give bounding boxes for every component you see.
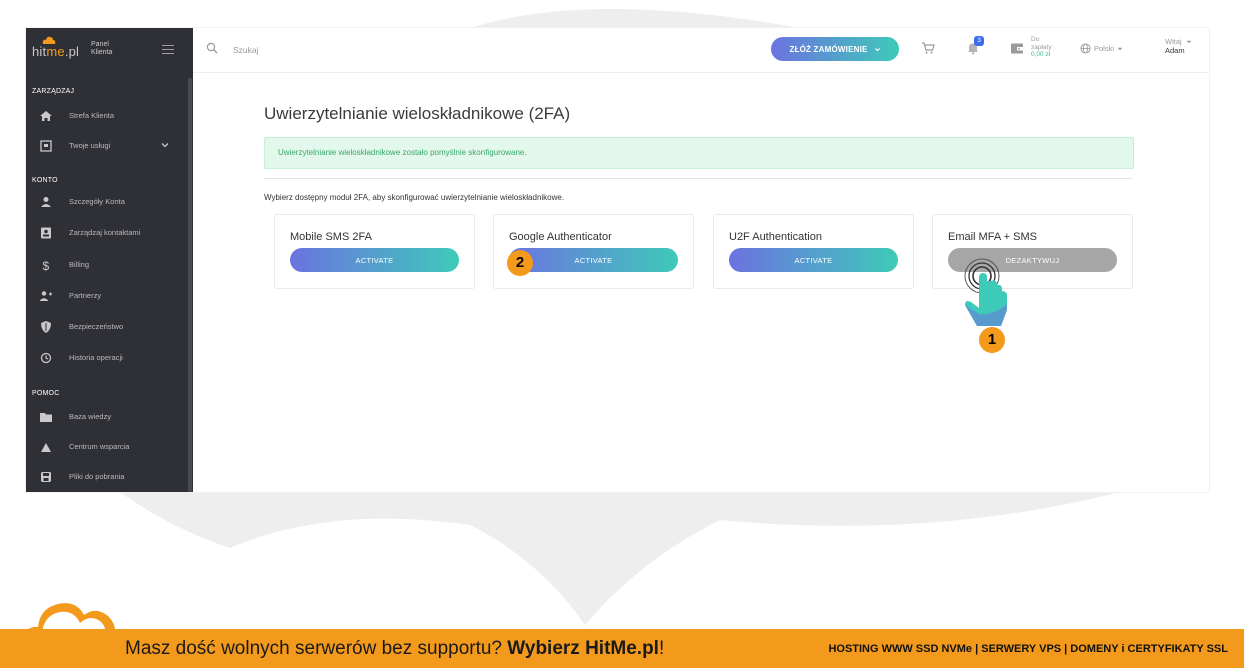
download-icon [41, 472, 51, 482]
globe-icon [1080, 43, 1091, 54]
module-name: Mobile SMS 2FA [290, 231, 372, 243]
sidebar-item-label: Partnerzy [69, 291, 102, 300]
sidebar-item-knowledge-base[interactable]: Baza wiedzy [26, 405, 188, 429]
sidebar-item-label: Strefa Klienta [69, 111, 115, 120]
sidebar-section-help: POMOC [32, 390, 60, 397]
sidebar-item-client-zone[interactable]: Strefa Klienta [26, 104, 188, 128]
sidebar-item-contacts[interactable]: Zarządzaj kontaktami [26, 221, 188, 245]
step-badge-1: 1 [979, 327, 1005, 353]
module-name: U2F Authentication [729, 231, 822, 243]
activate-button[interactable]: ACTIVATE [729, 248, 898, 272]
user-name: Adam [1165, 45, 1185, 55]
language-label: Polski [1094, 44, 1115, 53]
services-icon [40, 140, 52, 152]
sidebar-item-support[interactable]: Centrum wsparcia [26, 435, 188, 459]
sidebar-item-label: Szczegóły Konta [69, 197, 125, 206]
sidebar-item-downloads[interactable]: Pliki do pobrania [26, 465, 188, 489]
footer-tagline-brand: Wybierz HitMe.pl [507, 638, 659, 659]
shield-icon [41, 321, 51, 333]
sidebar-item-security[interactable]: Bezpieczeństwo [26, 315, 188, 339]
main-content: Uwierzytelnianie wieloskładnikowe (2FA) … [193, 73, 1209, 492]
activate-button[interactable]: ACTIVATE [509, 248, 678, 272]
activate-button[interactable]: ACTIVATE [290, 248, 459, 272]
folder-icon [40, 413, 52, 422]
footer-services: HOSTING WWW SSD NVMe | SERWERY VPS | DOM… [828, 643, 1228, 655]
client-panel-window: hitme.pl Panel Klienta ZARZĄDZAJ Strefa … [26, 28, 1209, 492]
amount-due[interactable]: Do zapłaty 0,00 zł [1031, 36, 1052, 59]
sidebar-scrollbar[interactable] [188, 78, 192, 492]
footer-tagline-suffix: ! [658, 638, 665, 659]
notification-count-badge: 3 [974, 36, 984, 46]
footer-tagline: Masz dość wolnych serwerów bez supportu?… [125, 638, 664, 660]
sidebar-section-manage: ZARZĄDZAJ [32, 88, 75, 95]
sidebar-item-services[interactable]: Twoje usługi [26, 134, 188, 158]
amount-due-label-2: zapłaty [1031, 43, 1052, 51]
place-order-button[interactable]: ZŁÓŻ ZAMÓWIENIE [771, 37, 899, 61]
pointing-hand-icon [964, 258, 1007, 326]
step-badge-2: 2 [507, 250, 533, 276]
chevron-down-icon [874, 47, 880, 51]
contacts-icon [41, 227, 51, 239]
panel-label-line-2: Klienta [91, 49, 113, 56]
topbar: ZŁÓŻ ZAMÓWIENIE 3 Do zapłaty 0,00 zł Pol… [193, 28, 1209, 73]
sidebar-item-label: Pliki do pobrania [69, 472, 125, 481]
sidebar-item-billing[interactable]: $ Billing [26, 253, 188, 277]
language-select[interactable]: Polski [1080, 43, 1123, 54]
logo[interactable]: hitme.pl [32, 44, 79, 59]
module-card-u2f: U2F Authentication ACTIVATE [713, 214, 914, 289]
sidebar-item-partners[interactable]: Partnerzy [26, 284, 188, 308]
page-title: Uwierzytelnianie wieloskładnikowe (2FA) [264, 104, 571, 123]
search-input[interactable] [231, 41, 435, 59]
sidebar-item-label: Zarządzaj kontaktami [69, 228, 141, 237]
sidebar-item-history[interactable]: Historia operacji [26, 346, 188, 370]
caret-down-icon [1117, 47, 1123, 50]
module-name: Email MFA + SMS [948, 231, 1037, 243]
wallet-icon[interactable] [1010, 42, 1024, 55]
sidebar-item-label: Bezpieczeństwo [69, 322, 124, 331]
caret-down-icon [1186, 41, 1192, 44]
sidebar-item-label: Baza wiedzy [69, 412, 112, 421]
dollar-icon: $ [43, 259, 50, 272]
history-icon [40, 352, 52, 364]
success-alert-text: Uwierzytelnianie wieloskładnikowe został… [278, 148, 527, 157]
logo-text-hit: hit [32, 44, 47, 59]
sidebar-header: hitme.pl Panel Klienta [26, 28, 193, 72]
sidebar: hitme.pl Panel Klienta ZARZĄDZAJ Strefa … [26, 28, 193, 492]
logo-text-me: me [46, 44, 65, 59]
amount-due-label-1: Do [1031, 36, 1040, 43]
logo-cloud-icon [42, 36, 56, 44]
intro-text: Wybierz dostępny moduł 2FA, aby skonfigu… [264, 193, 565, 202]
success-alert: Uwierzytelnianie wieloskładnikowe został… [264, 137, 1134, 169]
divider [264, 178, 1132, 179]
place-order-label: ZŁÓŻ ZAMÓWIENIE [789, 44, 868, 54]
cart-icon[interactable] [921, 41, 935, 55]
sidebar-item-account-details[interactable]: Szczegóły Konta [26, 190, 188, 214]
svg-text:$: $ [43, 259, 50, 272]
user-icon [41, 197, 51, 207]
footer-tagline-prefix: Masz dość wolnych serwerów bez supportu? [125, 638, 508, 659]
module-name: Google Authenticator [509, 231, 612, 243]
sidebar-item-label: Centrum wsparcia [69, 442, 130, 451]
sidebar-item-label: Historia operacji [69, 353, 123, 362]
sidebar-item-label: Billing [69, 260, 90, 269]
chevron-down-icon [161, 143, 169, 148]
amount-due-value: 0,00 zł [1031, 51, 1051, 58]
sidebar-section-account: KONTO [32, 177, 58, 184]
partners-icon [39, 291, 52, 301]
support-icon [41, 443, 51, 452]
sidebar-item-label: Twoje usługi [69, 141, 111, 150]
logo-text-pl: .pl [64, 44, 80, 59]
hamburger-menu-icon[interactable] [162, 45, 174, 55]
home-icon [40, 111, 52, 121]
user-menu[interactable]: Witaj Adam [1165, 37, 1192, 55]
search-icon [206, 42, 218, 54]
panel-label-line-1: Panel [91, 41, 109, 48]
module-card-mobile-sms: Mobile SMS 2FA ACTIVATE [274, 214, 475, 289]
panel-label: Panel Klienta [91, 41, 131, 57]
